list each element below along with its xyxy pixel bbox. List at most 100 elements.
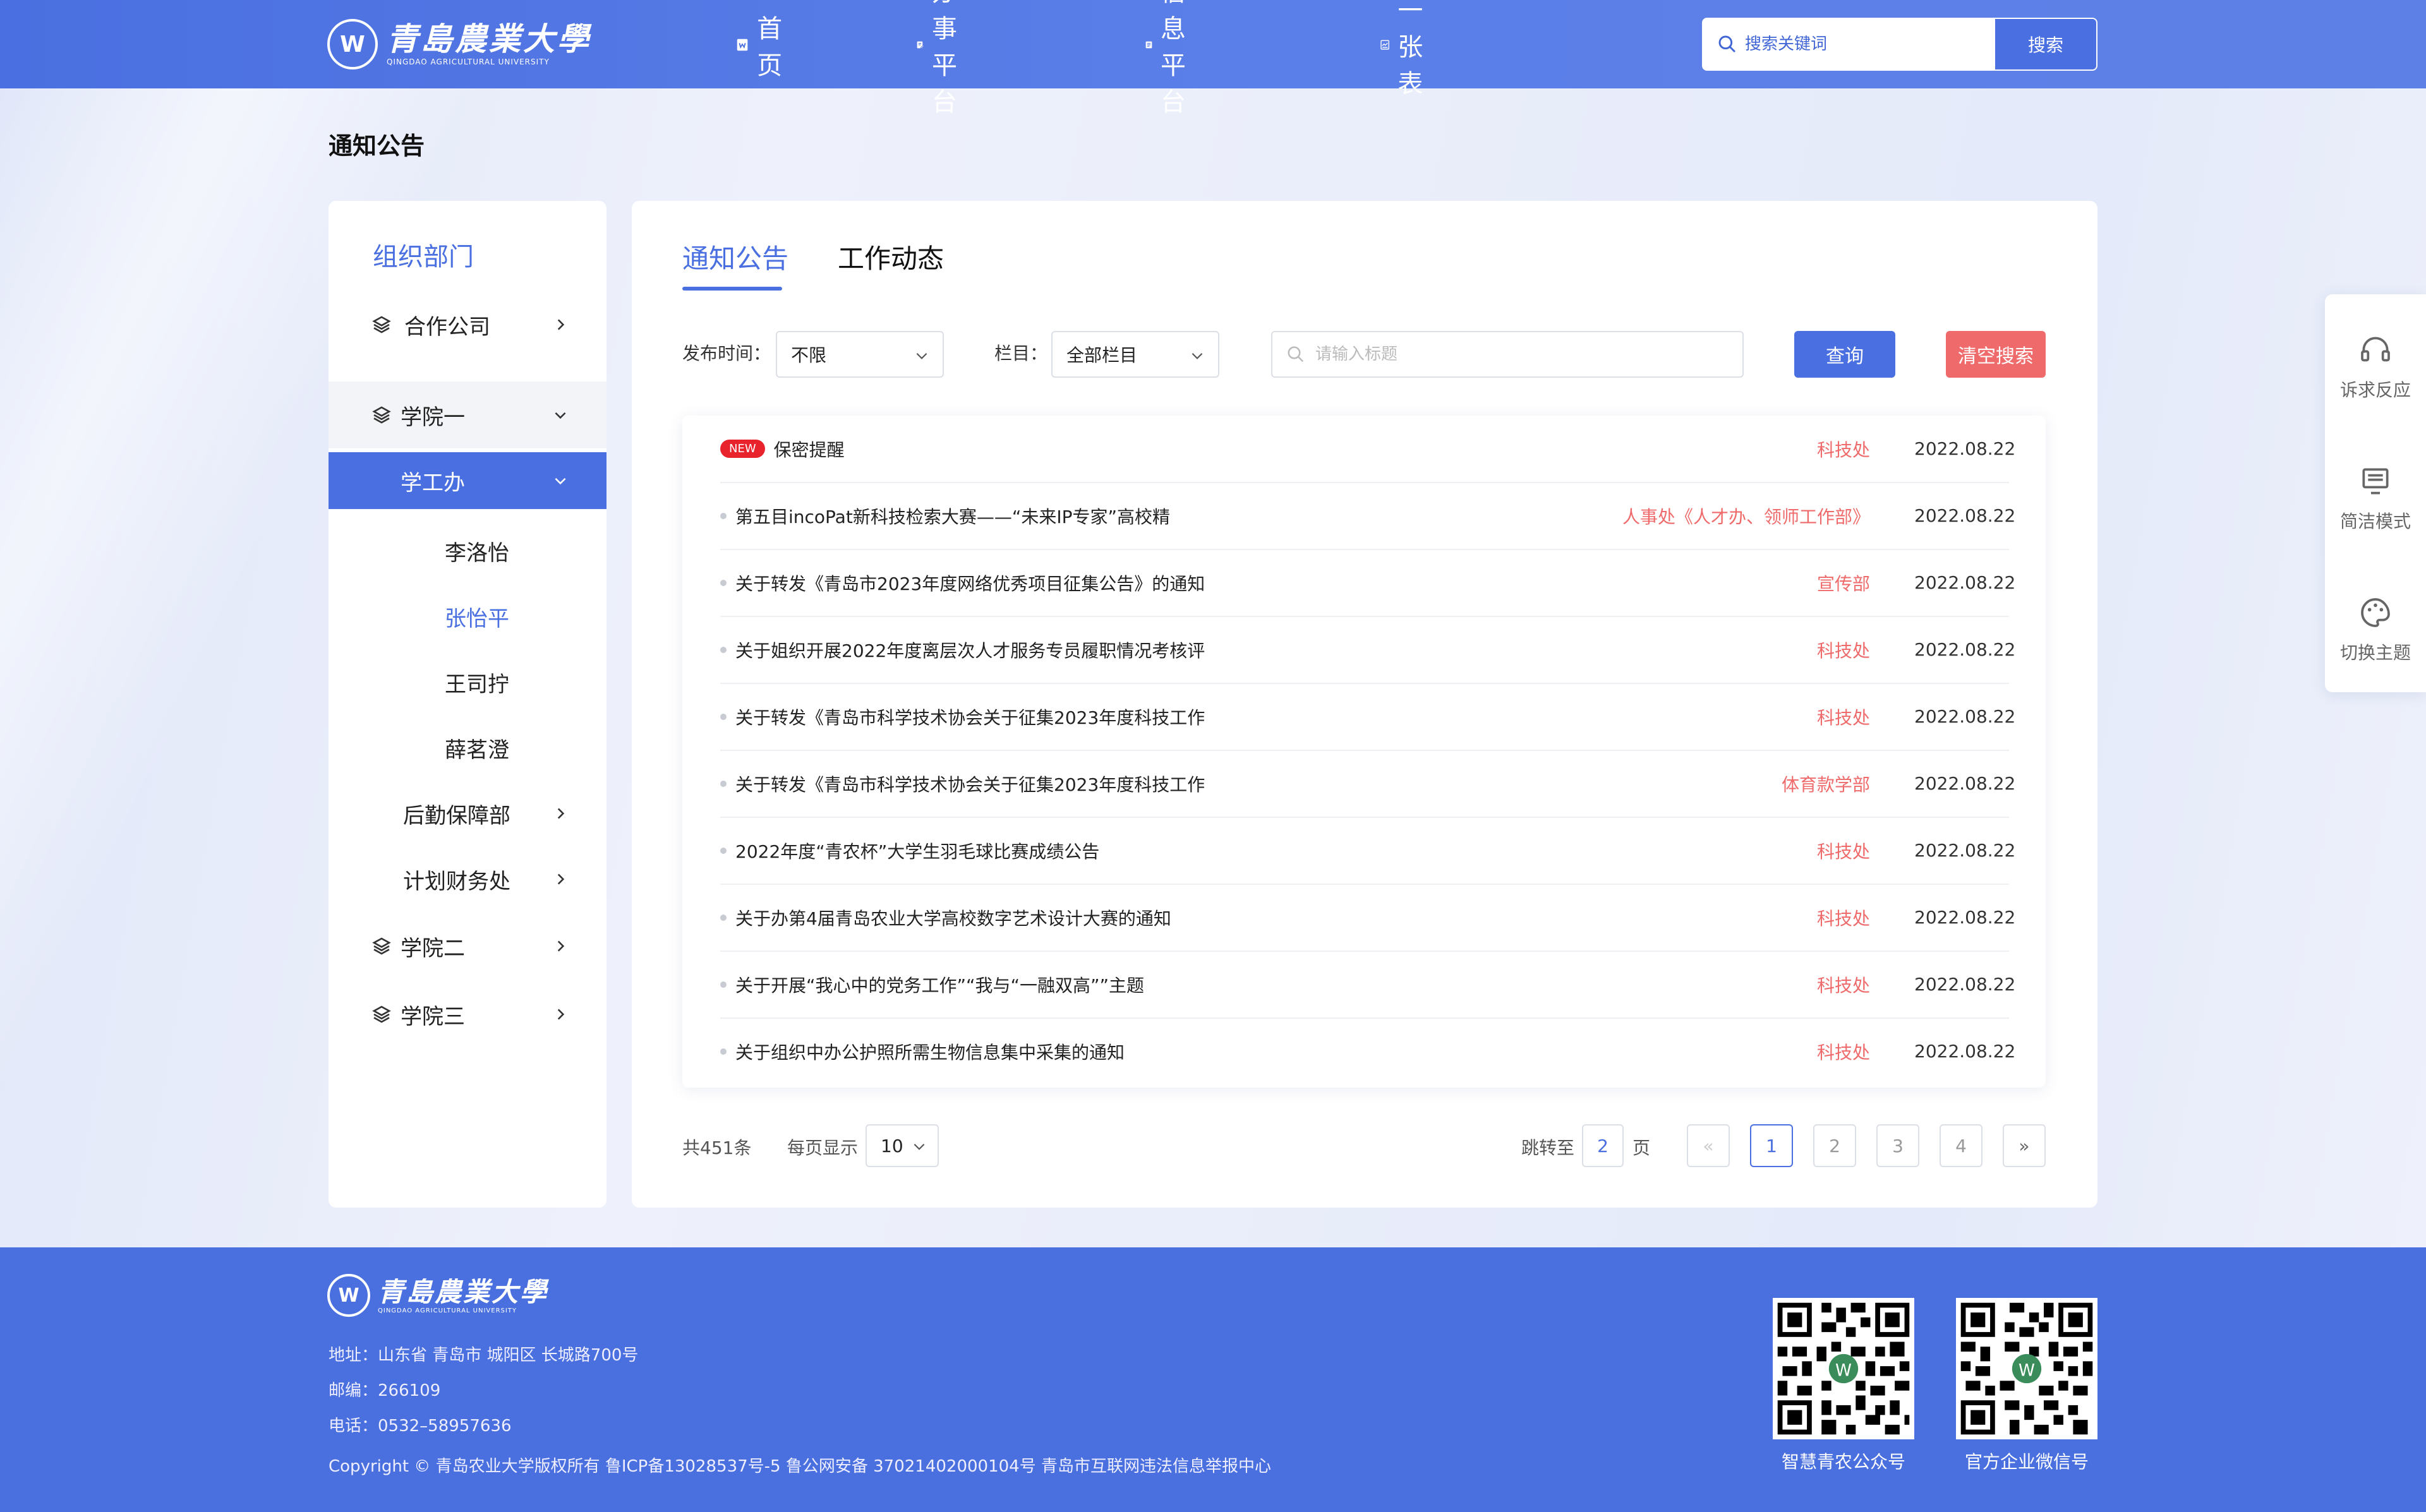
sidebar-item-college-two[interactable]: 学院二 bbox=[329, 921, 606, 971]
global-search-button[interactable]: 搜索 bbox=[1995, 19, 2096, 69]
notice-title: 第五目incoPat新科技检索大赛——“未来IP专家”高校精 bbox=[735, 506, 1170, 527]
first-page-button[interactable]: « bbox=[1687, 1124, 1730, 1167]
jump-label: 跳转至 bbox=[1521, 1137, 1575, 1158]
total-count: 共451条 bbox=[682, 1137, 752, 1158]
global-search: 搜索 bbox=[1702, 18, 2097, 71]
list-item[interactable]: 关于转发《青岛市2023年度网络优秀项目征集公告》的通知 宣传部 2022.08… bbox=[720, 549, 2016, 617]
university-logo[interactable]: W 青島農業大學 QINGDAO AGRICULTURAL UNIVERSITY bbox=[327, 18, 591, 71]
bullet-dot bbox=[720, 646, 727, 653]
new-badge: NEW bbox=[720, 440, 765, 458]
sidebar-subitem-wang-sining[interactable]: 王司拧 bbox=[329, 657, 606, 707]
bullet-dot bbox=[720, 579, 727, 586]
home-doc-icon bbox=[737, 39, 748, 51]
publish-time-value: 不限 bbox=[791, 345, 827, 366]
simple-mode-button[interactable]: 简洁模式 bbox=[2325, 464, 2426, 533]
chevron-down-icon bbox=[555, 412, 566, 419]
sidebar-item-college-one[interactable]: 学院一 bbox=[329, 381, 606, 448]
sidebar-item-student-affairs[interactable]: 学工办 bbox=[329, 452, 606, 509]
chevron-right-icon bbox=[557, 1009, 565, 1020]
chevron-down-icon bbox=[555, 477, 566, 485]
qr2-label: 官方企业微信号 bbox=[1964, 1451, 2089, 1472]
list-item[interactable]: 关于组织中办公护照所需生物信息集中采集的通知 科技处 2022.08.22 bbox=[720, 1018, 2015, 1084]
page-button-2[interactable]: 2 bbox=[1813, 1124, 1856, 1167]
layers-icon bbox=[372, 406, 391, 424]
top-navigation-bar: W 青島農業大學 QINGDAO AGRICULTURAL UNIVERSITY… bbox=[0, 0, 2426, 117]
notice-dept: 科技处 bbox=[1816, 707, 1870, 728]
nav-label: 信息平台 bbox=[1160, 0, 1186, 117]
title-search-input[interactable] bbox=[1314, 344, 1696, 364]
notice-title: 保密提醒 bbox=[773, 439, 845, 460]
sidebar-item-label: 计划财务处 bbox=[403, 868, 510, 894]
info-doc-icon bbox=[1145, 41, 1152, 49]
tab-work-news[interactable]: 工作动态 bbox=[838, 237, 944, 276]
query-button[interactable]: 查询 bbox=[1794, 331, 1895, 378]
per-page-select[interactable]: 10 bbox=[866, 1124, 939, 1167]
layers-icon bbox=[372, 1005, 391, 1023]
clear-search-button[interactable]: 清空搜索 bbox=[1946, 331, 2046, 378]
chevron-down-icon bbox=[914, 1143, 925, 1150]
list-item[interactable]: 关于转发《青岛市科学技术协会关于征集2023年度科技工作 科技处 2022.08… bbox=[720, 683, 2015, 751]
sidebar-subitem-li-luoyi[interactable]: 李洛怡 bbox=[329, 525, 606, 576]
sidebar-item-logistics[interactable]: 后勤保障部 bbox=[329, 788, 606, 839]
svg-text:W: W bbox=[2019, 1362, 2035, 1381]
tab-notices[interactable]: 通知公告 bbox=[682, 237, 788, 276]
chevron-right-icon bbox=[557, 873, 565, 885]
footer: W 青島農業大學 QINGDAO AGRICULTURAL UNIVERSITY… bbox=[0, 1247, 2426, 1512]
bullet-dot bbox=[720, 780, 727, 787]
float-label: 切换主题 bbox=[2339, 642, 2411, 663]
list-item[interactable]: 关于转发《青岛市科学技术协会关于征集2023年度科技工作 体育款学部 2022.… bbox=[720, 750, 2015, 818]
notice-title: 关于转发《青岛市2023年度网络优秀项目征集公告》的通知 bbox=[735, 573, 1205, 594]
list-item[interactable]: 关于姐织开展2022年度离层次人才服务专员履职情况考核评 科技处 2022.08… bbox=[720, 616, 2015, 684]
notice-dept: 科技处 bbox=[1816, 975, 1870, 996]
page-button-4[interactable]: 4 bbox=[1940, 1124, 1982, 1167]
page-title: 通知公告 bbox=[329, 132, 425, 160]
edit-doc-icon bbox=[917, 41, 924, 49]
page-button-1[interactable]: 1 bbox=[1750, 1124, 1793, 1167]
notice-dept: 宣传部 bbox=[1816, 573, 1870, 594]
notice-date: 2022.08.22 bbox=[1914, 505, 2016, 526]
bullet-dot bbox=[720, 1048, 727, 1055]
sidebar-item-finance[interactable]: 计划财务处 bbox=[329, 854, 606, 904]
column-select[interactable]: 全部栏目 bbox=[1051, 331, 1219, 378]
list-item[interactable]: 关于开展“我心中的党务工作”“我与“一融双高””主题 科技处 2022.08.2… bbox=[720, 951, 2015, 1019]
sidebar-item-label: 薛茗澄 bbox=[445, 737, 509, 763]
sidebar-item-partner-company[interactable]: 合作公司 bbox=[329, 299, 606, 350]
list-item[interactable]: 关于办第4届青岛农业大学高校数字艺术设计大赛的通知 科技处 2022.08.22 bbox=[720, 884, 2015, 952]
sidebar-item-label: 合作公司 bbox=[404, 314, 490, 340]
float-label: 诉求反应 bbox=[2339, 380, 2411, 400]
nav-item-one-table[interactable]: 一张表 bbox=[1380, 0, 1434, 99]
chart-doc-icon bbox=[1380, 40, 1389, 50]
notice-dept: 体育款学部 bbox=[1781, 774, 1870, 795]
sidebar-item-label: 王司拧 bbox=[445, 671, 509, 697]
main-panel: 通知公告 工作动态 发布时间： 不限 栏目： 全部栏目 查询 清空搜索 NEW … bbox=[632, 201, 2097, 1208]
feedback-button[interactable]: 诉求反应 bbox=[2325, 332, 2426, 402]
publish-time-select[interactable]: 不限 bbox=[776, 331, 944, 378]
list-item[interactable]: 2022年度“青农杯”大学生羽毛球比赛成绩公告 科技处 2022.08.22 bbox=[720, 817, 2015, 885]
switch-theme-button[interactable]: 切换主题 bbox=[2325, 595, 2426, 664]
nav-item-service-platform[interactable]: 办事平台 bbox=[916, 0, 970, 117]
nav-item-home[interactable]: 首页 bbox=[735, 15, 790, 80]
page-button-3[interactable]: 3 bbox=[1876, 1124, 1919, 1167]
wechat-official-qr-code: W bbox=[1773, 1298, 1914, 1439]
nav-label: 一张表 bbox=[1397, 0, 1423, 99]
list-item[interactable]: NEW 保密提醒 科技处 2022.08.22 bbox=[720, 416, 2015, 483]
jump-page-input[interactable]: 2 bbox=[1582, 1124, 1624, 1167]
sidebar-item-college-three[interactable]: 学院三 bbox=[329, 989, 606, 1040]
sidebar-subitem-zhang-yiping[interactable]: 张怡平 bbox=[329, 591, 606, 642]
notice-dept: 科技处 bbox=[1816, 1041, 1870, 1063]
nav-item-info-platform[interactable]: 信息平台 bbox=[1145, 0, 1199, 117]
sidebar-item-label: 学院三 bbox=[401, 1004, 465, 1029]
search-icon bbox=[1288, 346, 1304, 363]
list-item[interactable]: 第五目incoPat新科技检索大赛——“未来IP专家”高校精 人事处《人才办、领… bbox=[720, 483, 2016, 550]
notice-title: 2022年度“青农杯”大学生羽毛球比赛成绩公告 bbox=[735, 841, 1100, 862]
sidebar-subitem-xue-mingcheng[interactable]: 薛茗澄 bbox=[329, 723, 606, 773]
global-search-input[interactable] bbox=[1744, 34, 1974, 54]
footer-phone: 电话：0532–58957636 bbox=[329, 1417, 512, 1436]
university-seal-icon: W bbox=[327, 19, 378, 69]
chevron-down-icon bbox=[916, 352, 927, 359]
last-page-button[interactable]: » bbox=[2003, 1124, 2046, 1167]
footer-logo-chinese: 青島農業大學 bbox=[378, 1276, 549, 1307]
notice-date: 2022.08.22 bbox=[1914, 572, 2016, 593]
per-page-value: 10 bbox=[881, 1135, 903, 1156]
logo-chinese-name: 青島農業大學 bbox=[387, 20, 591, 57]
